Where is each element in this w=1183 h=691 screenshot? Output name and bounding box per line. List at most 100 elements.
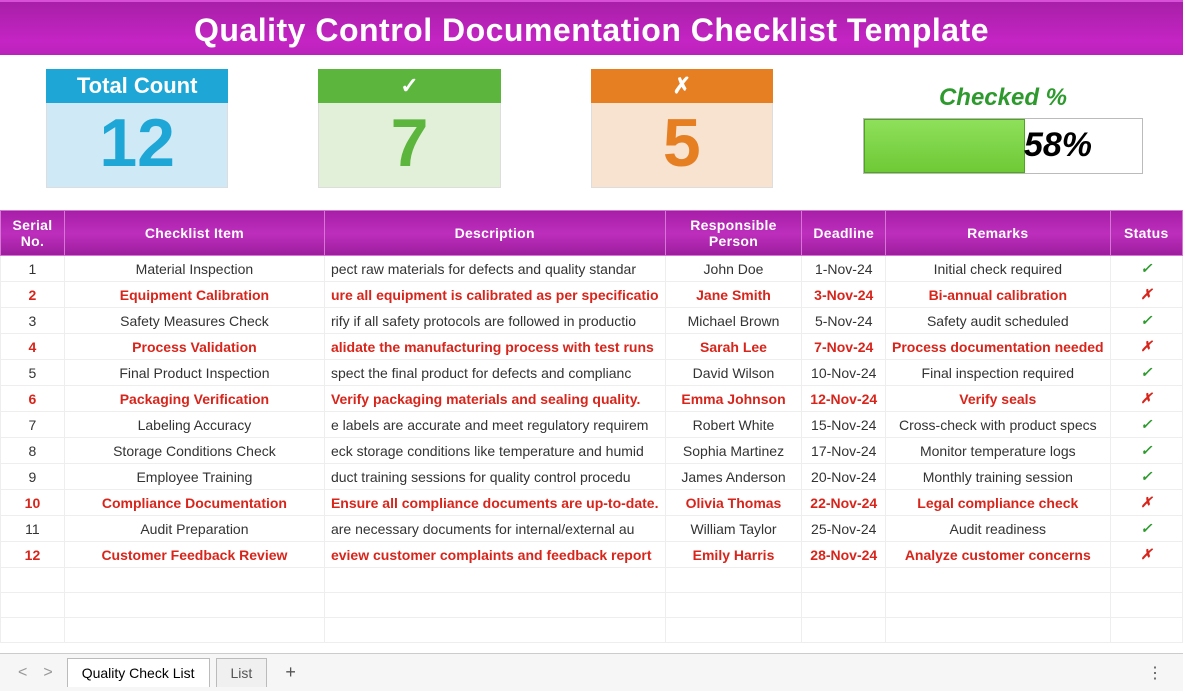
cell-status[interactable]: ✓ [1110, 256, 1182, 282]
cell-item[interactable]: Compliance Documentation [64, 490, 324, 516]
cell-desc[interactable]: rify if all safety protocols are followe… [324, 308, 665, 334]
table-row[interactable]: 7Labeling Accuracye labels are accurate … [1, 412, 1183, 438]
cell-status[interactable]: ✗ [1110, 334, 1182, 360]
cell-desc[interactable]: ure all equipment is calibrated as per s… [324, 282, 665, 308]
cell-desc[interactable]: duct training sessions for quality contr… [324, 464, 665, 490]
col-desc[interactable]: Description [324, 211, 665, 256]
add-sheet-icon[interactable]: + [285, 662, 296, 683]
cell-status[interactable]: ✓ [1110, 516, 1182, 542]
cell-desc[interactable]: eck storage conditions like temperature … [324, 438, 665, 464]
cell-person[interactable]: Jane Smith [665, 282, 802, 308]
cell-deadline[interactable]: 15-Nov-24 [802, 412, 886, 438]
empty-cell[interactable] [1110, 593, 1182, 618]
cell-serial[interactable]: 3 [1, 308, 65, 334]
cell-remarks[interactable]: Final inspection required [886, 360, 1111, 386]
sheet-nav-next[interactable]: > [35, 664, 60, 682]
cell-serial[interactable]: 4 [1, 334, 65, 360]
cell-status[interactable]: ✓ [1110, 308, 1182, 334]
cell-deadline[interactable]: 25-Nov-24 [802, 516, 886, 542]
cell-serial[interactable]: 1 [1, 256, 65, 282]
cell-desc[interactable]: are necessary documents for internal/ext… [324, 516, 665, 542]
cell-item[interactable]: Equipment Calibration [64, 282, 324, 308]
cell-person[interactable]: Sophia Martinez [665, 438, 802, 464]
sheet-tab-list[interactable]: List [216, 658, 268, 687]
cell-person[interactable]: Robert White [665, 412, 802, 438]
cell-status[interactable]: ✓ [1110, 438, 1182, 464]
cell-status[interactable]: ✗ [1110, 542, 1182, 568]
col-deadline[interactable]: Deadline [802, 211, 886, 256]
cell-deadline[interactable]: 17-Nov-24 [802, 438, 886, 464]
cell-desc[interactable]: eview customer complaints and feedback r… [324, 542, 665, 568]
empty-cell[interactable] [886, 618, 1111, 643]
cell-remarks[interactable]: Initial check required [886, 256, 1111, 282]
cell-item[interactable]: Audit Preparation [64, 516, 324, 542]
col-item[interactable]: Checklist Item [64, 211, 324, 256]
col-remarks[interactable]: Remarks [886, 211, 1111, 256]
cell-deadline[interactable]: 22-Nov-24 [802, 490, 886, 516]
empty-cell[interactable] [1110, 618, 1182, 643]
cell-deadline[interactable]: 7-Nov-24 [802, 334, 886, 360]
cell-person[interactable]: Emily Harris [665, 542, 802, 568]
cell-desc[interactable]: pect raw materials for defects and quali… [324, 256, 665, 282]
cell-serial[interactable]: 8 [1, 438, 65, 464]
empty-cell[interactable] [1, 593, 65, 618]
cell-person[interactable]: John Doe [665, 256, 802, 282]
cell-desc[interactable]: spect the final product for defects and … [324, 360, 665, 386]
cell-item[interactable]: Process Validation [64, 334, 324, 360]
cell-person[interactable]: David Wilson [665, 360, 802, 386]
empty-cell[interactable] [324, 618, 665, 643]
cell-desc[interactable]: Ensure all compliance documents are up-t… [324, 490, 665, 516]
cell-item[interactable]: Employee Training [64, 464, 324, 490]
cell-item[interactable]: Customer Feedback Review [64, 542, 324, 568]
cell-remarks[interactable]: Safety audit scheduled [886, 308, 1111, 334]
cell-deadline[interactable]: 20-Nov-24 [802, 464, 886, 490]
cell-remarks[interactable]: Cross-check with product specs [886, 412, 1111, 438]
cell-status[interactable]: ✓ [1110, 464, 1182, 490]
cell-serial[interactable]: 9 [1, 464, 65, 490]
cell-desc[interactable]: alidate the manufacturing process with t… [324, 334, 665, 360]
table-row[interactable]: 11Audit Preparationare necessary documen… [1, 516, 1183, 542]
cell-serial[interactable]: 6 [1, 386, 65, 412]
empty-cell[interactable] [886, 568, 1111, 593]
table-row[interactable]: 8Storage Conditions Checkeck storage con… [1, 438, 1183, 464]
cell-serial[interactable]: 12 [1, 542, 65, 568]
cell-status[interactable]: ✓ [1110, 360, 1182, 386]
empty-cell[interactable] [665, 568, 802, 593]
cell-person[interactable]: Olivia Thomas [665, 490, 802, 516]
cell-serial[interactable]: 10 [1, 490, 65, 516]
sheet-nav-prev[interactable]: < [10, 664, 35, 682]
col-serial[interactable]: Serial No. [1, 211, 65, 256]
empty-cell[interactable] [324, 593, 665, 618]
cell-remarks[interactable]: Monthly training session [886, 464, 1111, 490]
cell-item[interactable]: Packaging Verification [64, 386, 324, 412]
sheet-more-icon[interactable]: ⋮ [1137, 663, 1173, 683]
cell-deadline[interactable]: 28-Nov-24 [802, 542, 886, 568]
empty-cell[interactable] [64, 568, 324, 593]
table-row[interactable]: 3Safety Measures Checkrify if all safety… [1, 308, 1183, 334]
cell-person[interactable]: Michael Brown [665, 308, 802, 334]
col-status[interactable]: Status [1110, 211, 1182, 256]
cell-item[interactable]: Labeling Accuracy [64, 412, 324, 438]
cell-desc[interactable]: Verify packaging materials and sealing q… [324, 386, 665, 412]
cell-status[interactable]: ✗ [1110, 386, 1182, 412]
cell-remarks[interactable]: Process documentation needed [886, 334, 1111, 360]
col-person[interactable]: Responsible Person [665, 211, 802, 256]
empty-cell[interactable] [802, 593, 886, 618]
empty-cell[interactable] [324, 568, 665, 593]
cell-item[interactable]: Storage Conditions Check [64, 438, 324, 464]
table-row[interactable]: 2Equipment Calibrationure all equipment … [1, 282, 1183, 308]
cell-status[interactable]: ✗ [1110, 282, 1182, 308]
empty-cell[interactable] [665, 618, 802, 643]
cell-status[interactable]: ✓ [1110, 412, 1182, 438]
cell-status[interactable]: ✗ [1110, 490, 1182, 516]
cell-deadline[interactable]: 10-Nov-24 [802, 360, 886, 386]
cell-remarks[interactable]: Monitor temperature logs [886, 438, 1111, 464]
empty-cell[interactable] [1110, 568, 1182, 593]
cell-person[interactable]: Emma Johnson [665, 386, 802, 412]
cell-remarks[interactable]: Verify seals [886, 386, 1111, 412]
cell-deadline[interactable]: 5-Nov-24 [802, 308, 886, 334]
cell-deadline[interactable]: 1-Nov-24 [802, 256, 886, 282]
empty-cell[interactable] [64, 618, 324, 643]
cell-remarks[interactable]: Audit readiness [886, 516, 1111, 542]
table-row[interactable]: 10Compliance DocumentationEnsure all com… [1, 490, 1183, 516]
